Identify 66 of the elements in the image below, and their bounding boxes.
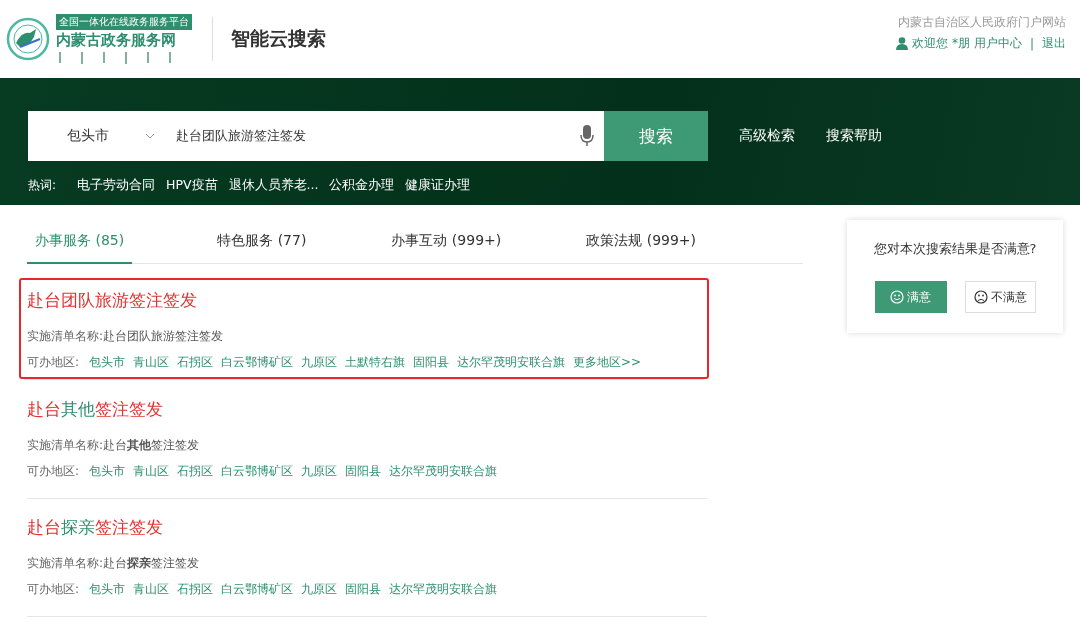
hot-word-link[interactable]: 电子劳动合同 bbox=[77, 177, 156, 194]
logout-link[interactable]: 退出 bbox=[1042, 35, 1066, 52]
region-link[interactable]: 九原区 bbox=[301, 354, 338, 371]
region-link[interactable]: 固阳县 bbox=[345, 463, 382, 480]
item-name-label: 实施清单名称: bbox=[27, 328, 104, 345]
chevron-down-icon bbox=[145, 133, 155, 139]
smile-face-icon bbox=[890, 290, 904, 304]
logo-banner: 全国一体化在线政务服务平台 bbox=[56, 13, 192, 30]
item-name-label: 实施清单名称: bbox=[27, 555, 104, 572]
region-label: 可办地区: bbox=[27, 354, 80, 371]
hot-word-link[interactable]: 公积金办理 bbox=[329, 177, 395, 194]
hot-word-link[interactable]: 退休人员养老... bbox=[228, 177, 319, 194]
region-link[interactable]: 石拐区 bbox=[177, 581, 214, 598]
region-link[interactable]: 白云鄂博矿区 bbox=[221, 581, 294, 598]
category-tab[interactable]: 政策法规 (999+) bbox=[586, 232, 697, 264]
category-tab[interactable]: 特色服务 (77) bbox=[217, 232, 307, 264]
search-option-link[interactable]: 高级检索 bbox=[739, 127, 795, 145]
user-icon bbox=[896, 37, 909, 50]
region-link[interactable]: 九原区 bbox=[301, 463, 338, 480]
search-option-link[interactable]: 搜索帮助 bbox=[826, 127, 882, 145]
frown-face-icon bbox=[973, 290, 988, 304]
logo-name: 内蒙古政务服务网 bbox=[56, 30, 176, 50]
feedback-button[interactable]: 满意 bbox=[874, 281, 947, 313]
region-link[interactable]: 更多地区>> bbox=[573, 354, 642, 371]
item-name-text: 赴台探亲签注签发 bbox=[103, 555, 200, 572]
category-tab[interactable]: 办事服务 (85) bbox=[27, 232, 133, 264]
search-button[interactable]: 搜索 bbox=[604, 111, 708, 161]
hot-word-link[interactable]: 健康证办理 bbox=[405, 177, 471, 194]
region-link[interactable]: 石拐区 bbox=[177, 463, 214, 480]
region-link[interactable]: 青山区 bbox=[133, 463, 170, 480]
region-link[interactable]: 包头市 bbox=[89, 581, 126, 598]
region-link[interactable]: 达尔罕茂明安联合旗 bbox=[389, 463, 498, 480]
region-link[interactable]: 白云鄂博矿区 bbox=[221, 463, 294, 480]
user-center-link[interactable]: 用户中心 bbox=[973, 35, 1022, 52]
hot-words-label: 热词: bbox=[28, 177, 57, 194]
item-name-text: 赴台其他签注签发 bbox=[103, 437, 200, 454]
region-link[interactable]: 青山区 bbox=[133, 581, 170, 598]
region-link[interactable]: 包头市 bbox=[89, 463, 126, 480]
region-label: 可办地区: bbox=[27, 463, 80, 480]
microphone-icon[interactable] bbox=[580, 125, 594, 147]
greeting-text: 欢迎您 *朋 bbox=[912, 35, 970, 52]
separator-text: | bbox=[1029, 36, 1034, 51]
category-tab[interactable]: 办事互动 (999+) bbox=[391, 232, 502, 264]
region-link[interactable]: 白云鄂博矿区 bbox=[221, 354, 294, 371]
result-title-link[interactable]: 赴台探亲签注签发 bbox=[27, 517, 707, 539]
mongolian-script-icon bbox=[56, 50, 174, 65]
item-name-text: 赴台团队旅游签注签发 bbox=[103, 328, 224, 345]
feedback-button[interactable]: 不满意 bbox=[964, 281, 1036, 313]
portal-link[interactable]: 内蒙古自治区人民政府门户网站 bbox=[898, 14, 1066, 31]
region-link[interactable]: 达尔罕茂明安联合旗 bbox=[457, 354, 566, 371]
region-link[interactable]: 青山区 bbox=[133, 354, 170, 371]
product-title: 智能云搜索 bbox=[231, 26, 326, 51]
region-link[interactable]: 九原区 bbox=[301, 581, 338, 598]
result-title-link[interactable]: 赴台其他签注签发 bbox=[27, 399, 707, 421]
item-name-label: 实施清单名称: bbox=[27, 437, 104, 454]
region-link[interactable]: 土默特右旗 bbox=[345, 354, 406, 371]
region-link[interactable]: 固阳县 bbox=[345, 581, 382, 598]
feedback-question: 您对本次搜索结果是否满意? bbox=[873, 240, 1037, 258]
region-label: 可办地区: bbox=[27, 581, 80, 598]
region-link[interactable]: 达尔罕茂明安联合旗 bbox=[389, 581, 498, 598]
result-title-link[interactable]: 赴台团队旅游签注签发 bbox=[27, 290, 701, 312]
hot-word-link[interactable]: HPV疫苗 bbox=[166, 177, 218, 194]
region-link[interactable]: 包头市 bbox=[89, 354, 126, 371]
region-link[interactable]: 石拐区 bbox=[177, 354, 214, 371]
region-link[interactable]: 固阳县 bbox=[413, 354, 450, 371]
emblem-logo-icon bbox=[6, 17, 50, 61]
